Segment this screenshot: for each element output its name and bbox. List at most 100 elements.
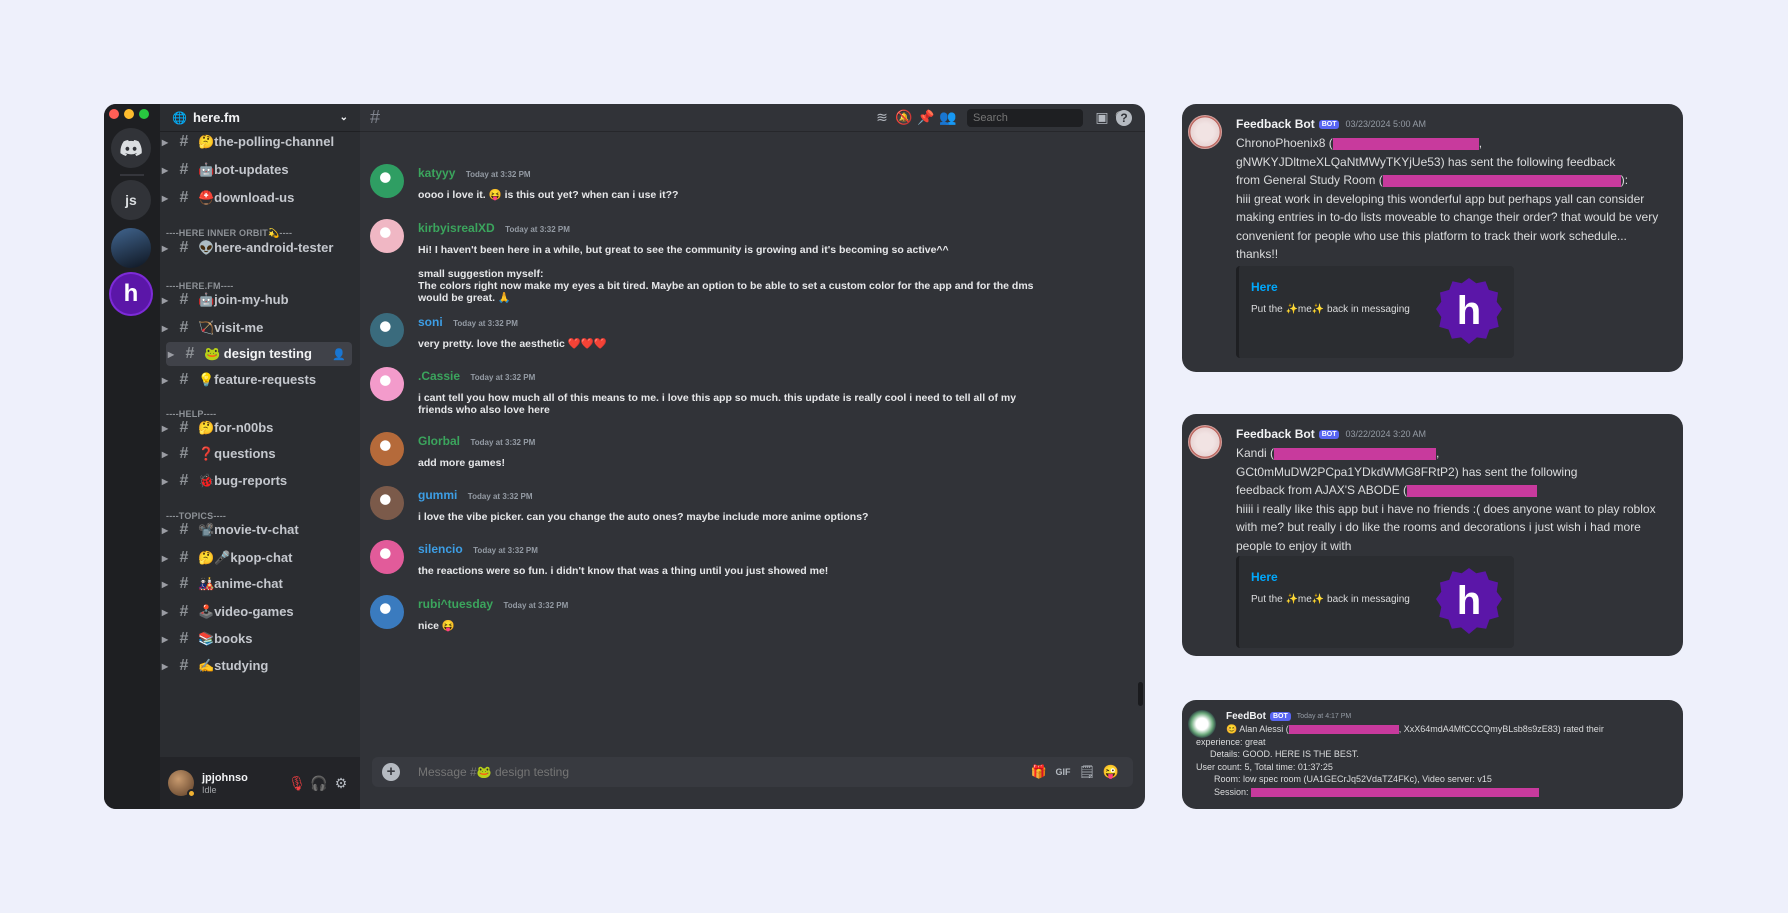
link-embed[interactable]: Here Put the ✨me✨ back in messaging h [1236, 266, 1514, 358]
add-attachment-icon[interactable]: + [382, 763, 400, 781]
chat-message[interactable]: soni Today at 3:32 PM very pretty. love … [370, 313, 1050, 350]
caret-icon[interactable]: ▶ [160, 450, 170, 459]
channel-item[interactable]: ▶ # 🎎anime-chat [160, 572, 352, 596]
message-author[interactable]: Glorbal [418, 434, 460, 448]
caret-icon[interactable]: ▶ [166, 350, 176, 359]
gear-icon[interactable]: ⚙ [330, 772, 352, 794]
zoom-window-button[interactable] [139, 109, 149, 119]
avatar[interactable] [370, 486, 404, 520]
emoji-icon[interactable]: 😜 [1099, 764, 1123, 780]
feedbot-avatar [1188, 710, 1216, 738]
caret-icon[interactable]: ▶ [160, 324, 170, 333]
hash-icon: # [179, 521, 189, 538]
channel-item[interactable]: ▶ # 💡feature-requests [160, 368, 352, 392]
caret-icon[interactable]: ▶ [160, 526, 170, 535]
channel-item[interactable]: ▶ # 📚books [160, 627, 352, 651]
help-icon[interactable]: ? [1113, 107, 1135, 129]
caret-icon[interactable]: ▶ [160, 424, 170, 433]
caret-icon[interactable]: ▶ [160, 554, 170, 563]
channel-category[interactable]: ----TOPICS---- [166, 511, 226, 521]
chat-message[interactable]: kirbyisrealXD Today at 3:32 PM Hi! I hav… [370, 219, 1050, 304]
search-box[interactable]: 🔍 [967, 108, 1129, 127]
caret-icon[interactable]: ▶ [160, 244, 170, 253]
channel-item[interactable]: ▶ # 🐸 design testing 👤 [166, 342, 352, 366]
message-author[interactable]: katyyy [418, 166, 455, 180]
scrollbar[interactable] [1138, 682, 1143, 706]
channel-category[interactable]: ----HERE.FM---- [166, 281, 233, 291]
inbox-icon[interactable]: ▣ [1091, 107, 1113, 129]
avatar[interactable] [370, 595, 404, 629]
channel-item[interactable]: ▶ # ✍️studying [160, 654, 352, 678]
server-header[interactable]: 🌐 here.fm ⌄ [160, 104, 360, 132]
pin-icon[interactable]: 📌 [915, 107, 937, 129]
channel-item[interactable]: ▶ # 🤖bot-updates [160, 158, 352, 182]
channel-item[interactable]: ▶ # 🕹️video-games [160, 600, 352, 624]
avatar[interactable] [370, 540, 404, 574]
gift-icon[interactable]: 🎁 [1027, 764, 1051, 780]
message-input[interactable] [418, 765, 1027, 779]
members-icon[interactable]: 👥 [937, 107, 959, 129]
link-embed[interactable]: Here Put the ✨me✨ back in messaging h [1236, 556, 1514, 648]
embed-title[interactable]: Here [1251, 570, 1278, 584]
message-author[interactable]: .Cassie [418, 369, 460, 383]
caret-icon[interactable]: ▶ [160, 138, 170, 147]
chevron-down-icon[interactable]: ⌄ [340, 112, 348, 123]
message-author[interactable]: gummi [418, 488, 457, 502]
chat-message[interactable]: rubi^tuesday Today at 3:32 PM nice 😝 [370, 595, 1050, 632]
threads-icon[interactable]: ≋ [871, 107, 893, 129]
embed-title[interactable]: Here [1251, 280, 1278, 294]
channel-item[interactable]: ▶ # 🤔the-polling-channel [160, 130, 352, 154]
chat-message[interactable]: Glorbal Today at 3:32 PM add more games! [370, 432, 1050, 469]
avatar[interactable] [370, 313, 404, 347]
message-author[interactable]: rubi^tuesday [418, 597, 493, 611]
chat-message[interactable]: gummi Today at 3:32 PM i love the vibe p… [370, 486, 1050, 523]
mute-mic-icon[interactable]: 🎙 [286, 772, 308, 794]
channel-item[interactable]: ▶ # 🤖join-my-hub [160, 288, 352, 312]
chat-message[interactable]: .Cassie Today at 3:32 PM i cant tell you… [370, 367, 1050, 416]
channel-item[interactable]: ▶ # 🐞bug-reports [160, 469, 352, 493]
avatar[interactable] [370, 432, 404, 466]
hash-icon: # [179, 630, 189, 647]
chat-message[interactable]: katyyy Today at 3:32 PM oooo i love it. … [370, 164, 1050, 201]
channel-item[interactable]: ▶ # ⛑️download-us [160, 186, 352, 210]
message-author[interactable]: soni [418, 315, 443, 329]
avatar[interactable] [370, 367, 404, 401]
channel-item[interactable]: ▶ # 👽here-android-tester [160, 236, 352, 260]
channel-item[interactable]: ▶ # 🏹visit-me [160, 316, 352, 340]
caret-icon[interactable]: ▶ [160, 662, 170, 671]
caret-icon[interactable]: ▶ [160, 194, 170, 203]
minimize-window-button[interactable] [124, 109, 134, 119]
message-timestamp: Today at 3:32 PM [470, 373, 536, 382]
caret-icon[interactable]: ▶ [160, 376, 170, 385]
add-member-icon[interactable]: 👤 [332, 348, 346, 361]
caret-icon[interactable]: ▶ [160, 296, 170, 305]
message-composer[interactable]: + 🎁 GIF 🗒 😜 [372, 757, 1133, 787]
server-js-icon[interactable]: js [111, 180, 151, 220]
gif-icon[interactable]: GIF [1051, 767, 1075, 777]
channel-item[interactable]: ▶ # 📽️movie-tv-chat [160, 518, 352, 542]
chat-message[interactable]: silencio Today at 3:32 PM the reactions … [370, 540, 1050, 577]
sticker-icon[interactable]: 🗒 [1075, 764, 1099, 780]
chat-topbar: # ≋ 🔕 📌 👥 🔍 ▣ ? [360, 104, 1145, 132]
channel-item[interactable]: ▶ # 🤔for-n00bs [160, 416, 352, 440]
caret-icon[interactable]: ▶ [160, 580, 170, 589]
close-window-button[interactable] [109, 109, 119, 119]
server-here-icon[interactable]: h [111, 274, 151, 314]
channel-category[interactable]: ----HERE INNER ORBIT💫---- [166, 228, 292, 239]
channel-item[interactable]: ▶ # 🤔🎤kpop-chat [160, 546, 352, 570]
headphones-icon[interactable]: 🎧 [308, 772, 330, 794]
avatar[interactable] [370, 164, 404, 198]
channel-category[interactable]: ----HELP---- [166, 409, 216, 419]
discord-home-icon[interactable] [111, 128, 151, 168]
server-avatar-icon[interactable] [111, 228, 151, 268]
caret-icon[interactable]: ▶ [160, 635, 170, 644]
avatar[interactable] [168, 770, 196, 798]
caret-icon[interactable]: ▶ [160, 477, 170, 486]
notifications-off-icon[interactable]: 🔕 [893, 107, 915, 129]
caret-icon[interactable]: ▶ [160, 608, 170, 617]
avatar[interactable] [370, 219, 404, 253]
message-author[interactable]: silencio [418, 542, 463, 556]
message-author[interactable]: kirbyisrealXD [418, 221, 495, 235]
caret-icon[interactable]: ▶ [160, 166, 170, 175]
channel-item[interactable]: ▶ # ❓questions [160, 442, 352, 466]
